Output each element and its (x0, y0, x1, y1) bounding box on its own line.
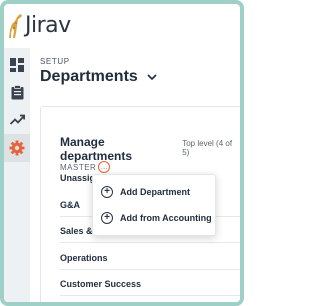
level-indicator: Top level (4 of 5) (182, 139, 233, 157)
rail-settings-button[interactable] (4, 134, 30, 162)
add-from-accounting-menu-item[interactable]: + Add from Accounting (101, 212, 212, 224)
add-department-menu: + Add Department + Add from Accounting (92, 174, 216, 236)
more-options-icon[interactable]: … (98, 161, 111, 173)
menu-item-label: Add from Accounting (120, 213, 212, 223)
clipboard-icon (11, 84, 23, 99)
logo-text: Jirav (25, 13, 71, 38)
plus-circle-icon: + (101, 186, 113, 198)
chevron-down-icon (147, 74, 157, 81)
card-title: Manage departments (60, 135, 133, 163)
master-level: MASTER … (60, 161, 111, 173)
department-row[interactable]: Operations (60, 253, 240, 270)
department-row[interactable]: Customer Success (60, 279, 240, 296)
rail-forecast-button[interactable] (8, 110, 26, 128)
add-department-menu-item[interactable]: + Add Department (101, 186, 190, 198)
gear-icon (9, 140, 25, 156)
master-label: MASTER (60, 162, 97, 172)
plus-circle-icon: + (101, 212, 113, 224)
rail-reports-button[interactable] (8, 83, 26, 101)
trend-up-icon (9, 114, 25, 125)
dashboard-icon (10, 58, 24, 72)
app-frame: Jirav SETUP Departments Manage departmen… (0, 0, 244, 306)
department-row[interactable]: Unassig (60, 173, 95, 189)
breadcrumb: SETUP (40, 57, 70, 66)
menu-item-label: Add Department (120, 187, 191, 197)
jirav-logo[interactable]: Jirav (8, 12, 71, 40)
side-rail (4, 48, 30, 302)
page-title: Departments (40, 68, 138, 85)
giraffe-logo-icon (9, 14, 22, 38)
page-title-dropdown[interactable]: Departments (40, 68, 157, 86)
rail-dashboard-button[interactable] (8, 56, 26, 74)
card-header: Manage departments Top level (4 of 5) (60, 135, 240, 163)
